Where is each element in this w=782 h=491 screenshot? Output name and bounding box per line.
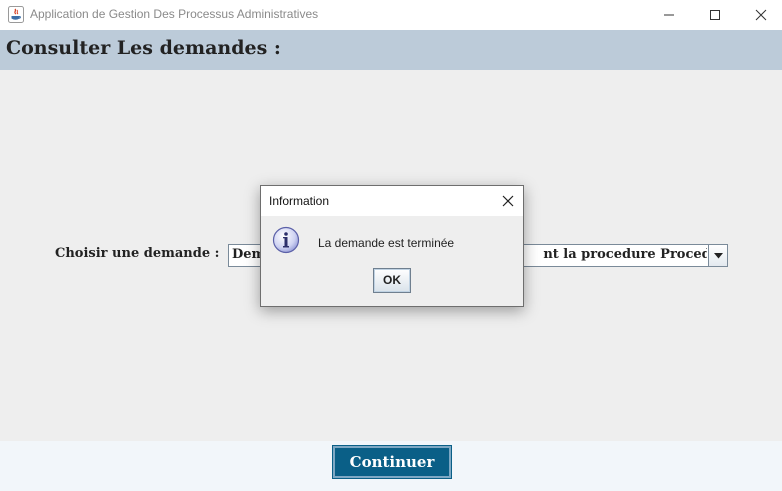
dialog-title: Information (269, 194, 330, 208)
page-header: Consulter Les demandes : (0, 30, 782, 70)
maximize-button[interactable] (692, 0, 738, 30)
dialog-message: La demande est terminée (318, 236, 455, 250)
close-icon (755, 9, 767, 21)
window-titlebar: Application de Gestion Des Processus Adm… (0, 0, 782, 30)
footer-bar: Continuer (0, 441, 782, 491)
dropdown-arrow-button[interactable] (708, 245, 727, 266)
info-icon (272, 226, 300, 254)
page-title: Consulter Les demandes : (6, 37, 281, 59)
close-button[interactable] (738, 0, 782, 30)
chevron-down-icon (714, 253, 723, 259)
java-app-icon (8, 6, 24, 23)
choose-demande-label: Choisir une demande : (55, 246, 220, 261)
maximize-icon (710, 10, 720, 20)
minimize-button[interactable] (646, 0, 692, 30)
dialog-close-button[interactable] (493, 186, 523, 216)
window-title: Application de Gestion Des Processus Adm… (30, 7, 319, 21)
dialog-titlebar: Information (261, 186, 523, 216)
minimize-icon (664, 14, 674, 16)
continue-button[interactable]: Continuer (332, 445, 452, 479)
ok-button[interactable]: OK (373, 268, 411, 293)
information-dialog: Information La demande est terminée OK (260, 185, 524, 307)
close-icon (502, 195, 514, 207)
demande-select-value-end: nt la procedure Procedur... (543, 247, 707, 262)
